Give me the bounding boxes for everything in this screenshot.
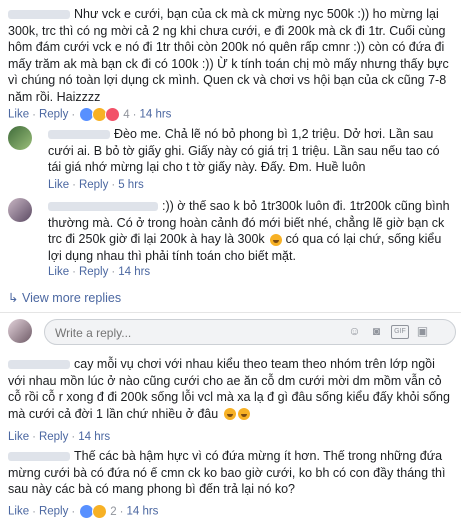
- reply-link[interactable]: Reply: [79, 266, 108, 278]
- avatar[interactable]: [8, 198, 32, 222]
- comment-text: Thế các bà hậm hực vì có đứa mừng ít hơn…: [8, 449, 446, 496]
- reply-link[interactable]: Reply: [79, 179, 108, 191]
- comment-time[interactable]: 14 hrs: [118, 266, 150, 278]
- reaction-summary[interactable]: 4: [79, 107, 130, 122]
- comment-actions: Like · Reply · 14 hrs: [48, 266, 151, 278]
- gif-icon[interactable]: GIF: [391, 325, 409, 339]
- comment-actions: Like · Reply · 2 · 14 hrs: [8, 504, 159, 519]
- reaction-summary[interactable]: 2: [79, 504, 117, 519]
- like-link[interactable]: Like: [8, 431, 29, 443]
- emoji-icon[interactable]: ☺: [347, 324, 362, 339]
- sticker-icon[interactable]: ▣: [415, 324, 430, 339]
- comment-time[interactable]: 14 hrs: [78, 431, 110, 443]
- view-more-replies-link[interactable]: ↳ View more replies: [8, 290, 121, 305]
- comment-text: cay mỗi vụ chơi với nhau kiểu theo team …: [8, 357, 450, 421]
- haha-emoji-icon: [270, 233, 283, 246]
- reply-input[interactable]: [53, 325, 297, 341]
- like-link[interactable]: Like: [8, 109, 29, 121]
- love-reaction-icon: [105, 107, 121, 122]
- comment-time[interactable]: 5 hrs: [118, 179, 144, 191]
- comment-actions: Like · Reply · 14 hrs: [8, 431, 111, 443]
- reply-link[interactable]: Reply: [39, 506, 68, 518]
- reply-link[interactable]: Reply: [39, 109, 68, 121]
- reply-box[interactable]: ☺ ◙ GIF ▣: [44, 319, 456, 345]
- comment-text: :)) ờ thế sao k bỏ 1tr300k luôn đi. 1tr2…: [48, 199, 450, 263]
- haha-emoji-icon: [223, 408, 236, 421]
- haha-reaction-icon: [92, 504, 108, 519]
- haha-emoji-icon: [237, 408, 250, 421]
- divider: [0, 312, 461, 313]
- current-user-avatar[interactable]: [8, 319, 32, 343]
- comment-text: Đèo me. Chả lẽ nó bỏ phong bì 1,2 triệu.…: [48, 127, 440, 174]
- like-link[interactable]: Like: [48, 179, 69, 191]
- comment-text: Như vck e cưới, bạn của ck mà ck mừng ny…: [8, 7, 449, 104]
- comment-time[interactable]: 14 hrs: [126, 506, 158, 518]
- commenter-name[interactable]: [8, 10, 70, 20]
- reply-arrow-icon: ↳: [8, 291, 19, 305]
- reply-link[interactable]: Reply: [39, 431, 68, 443]
- comment-actions: Like · Reply · 5 hrs: [48, 179, 144, 191]
- avatar[interactable]: [8, 126, 32, 150]
- comment-actions: Like · Reply · 4 · 14 hrs: [8, 107, 172, 122]
- commenter-name[interactable]: [48, 202, 158, 212]
- comment-time[interactable]: 14 hrs: [139, 109, 171, 121]
- like-link[interactable]: Like: [48, 266, 69, 278]
- like-link[interactable]: Like: [8, 506, 29, 518]
- reaction-count: 2: [110, 505, 117, 518]
- camera-icon[interactable]: ◙: [369, 324, 384, 339]
- commenter-name[interactable]: [48, 130, 110, 140]
- reaction-count: 4: [123, 108, 130, 121]
- commenter-name[interactable]: [8, 360, 70, 370]
- commenter-name[interactable]: [8, 452, 70, 462]
